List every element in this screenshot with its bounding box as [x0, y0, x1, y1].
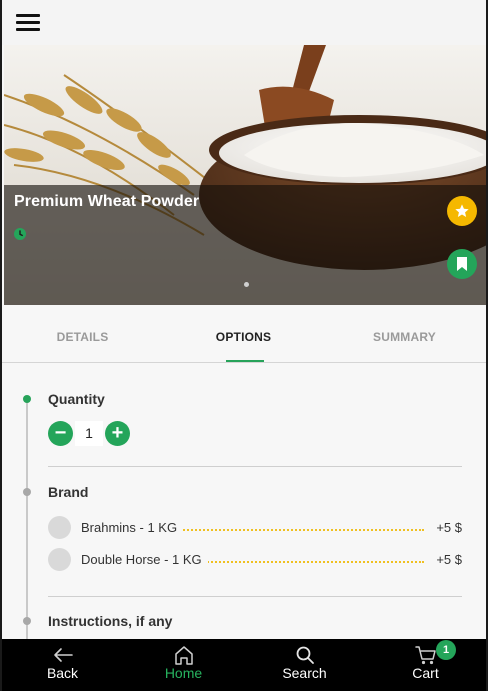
- instructions-title: Instructions, if any: [48, 613, 173, 629]
- decrease-quantity-button[interactable]: −: [48, 421, 73, 446]
- option-price: +5 $: [428, 520, 462, 535]
- section-divider: [48, 466, 462, 467]
- tab-details[interactable]: DETAILS: [2, 305, 163, 363]
- search-icon: [296, 646, 314, 664]
- options-panel[interactable]: Quantity − 1 + Brand Brahmins - 1 KG +5 …: [2, 364, 486, 639]
- star-icon: [455, 204, 469, 217]
- nav-search[interactable]: Search: [244, 639, 365, 691]
- nav-home[interactable]: Home: [123, 639, 244, 691]
- timeline-line: [26, 398, 28, 639]
- increase-quantity-button[interactable]: +: [105, 421, 130, 446]
- cart-count-badge: 1: [436, 640, 456, 660]
- clock-icon: [14, 228, 26, 240]
- bookmark-button[interactable]: [447, 249, 477, 279]
- nav-label: Search: [282, 665, 327, 681]
- brand-option-brahmins[interactable]: Brahmins - 1 KG +5 $: [48, 516, 462, 540]
- cart-icon: [414, 646, 436, 665]
- option-price: +5 $: [428, 552, 462, 567]
- tab-summary[interactable]: SUMMARY: [324, 305, 485, 363]
- nav-label: Cart: [412, 665, 439, 681]
- top-bar: [2, 0, 486, 45]
- bottom-navigation: Back Home Search 1 Cart: [2, 639, 486, 691]
- arrow-left-icon: [53, 648, 73, 662]
- timeline-dot-instructions: [23, 617, 31, 625]
- radio-button[interactable]: [48, 548, 71, 571]
- radio-button[interactable]: [48, 516, 71, 539]
- product-title: Premium Wheat Powder: [14, 193, 200, 210]
- carousel-page-indicator[interactable]: [244, 282, 249, 287]
- bookmark-icon: [457, 257, 467, 271]
- nav-label: Back: [46, 665, 79, 681]
- section-divider: [48, 596, 462, 597]
- nav-back[interactable]: Back: [2, 639, 123, 691]
- tab-options[interactable]: OPTIONS: [163, 305, 324, 363]
- option-label: Double Horse - 1 KG: [81, 552, 208, 567]
- quantity-value[interactable]: 1: [75, 421, 103, 446]
- nav-label: Home: [164, 665, 203, 681]
- active-tab-indicator: [226, 360, 264, 362]
- timeline-dot-quantity: [23, 395, 31, 403]
- app-screen: Premium Wheat Powder DETAILS OPTIONS SUM…: [0, 0, 488, 691]
- product-tabs: DETAILS OPTIONS SUMMARY: [2, 305, 486, 363]
- favorite-button[interactable]: [447, 196, 477, 226]
- hamburger-menu-icon[interactable]: [16, 12, 40, 32]
- nav-cart[interactable]: 1 Cart: [365, 639, 486, 691]
- home-icon: [174, 646, 193, 665]
- timeline-dot-brand: [23, 488, 31, 496]
- brand-option-double-horse[interactable]: Double Horse - 1 KG +5 $: [48, 548, 462, 572]
- quantity-title: Quantity: [48, 391, 105, 407]
- brand-title: Brand: [48, 484, 89, 500]
- product-image-carousel[interactable]: Premium Wheat Powder: [4, 45, 486, 305]
- option-label: Brahmins - 1 KG: [81, 520, 184, 535]
